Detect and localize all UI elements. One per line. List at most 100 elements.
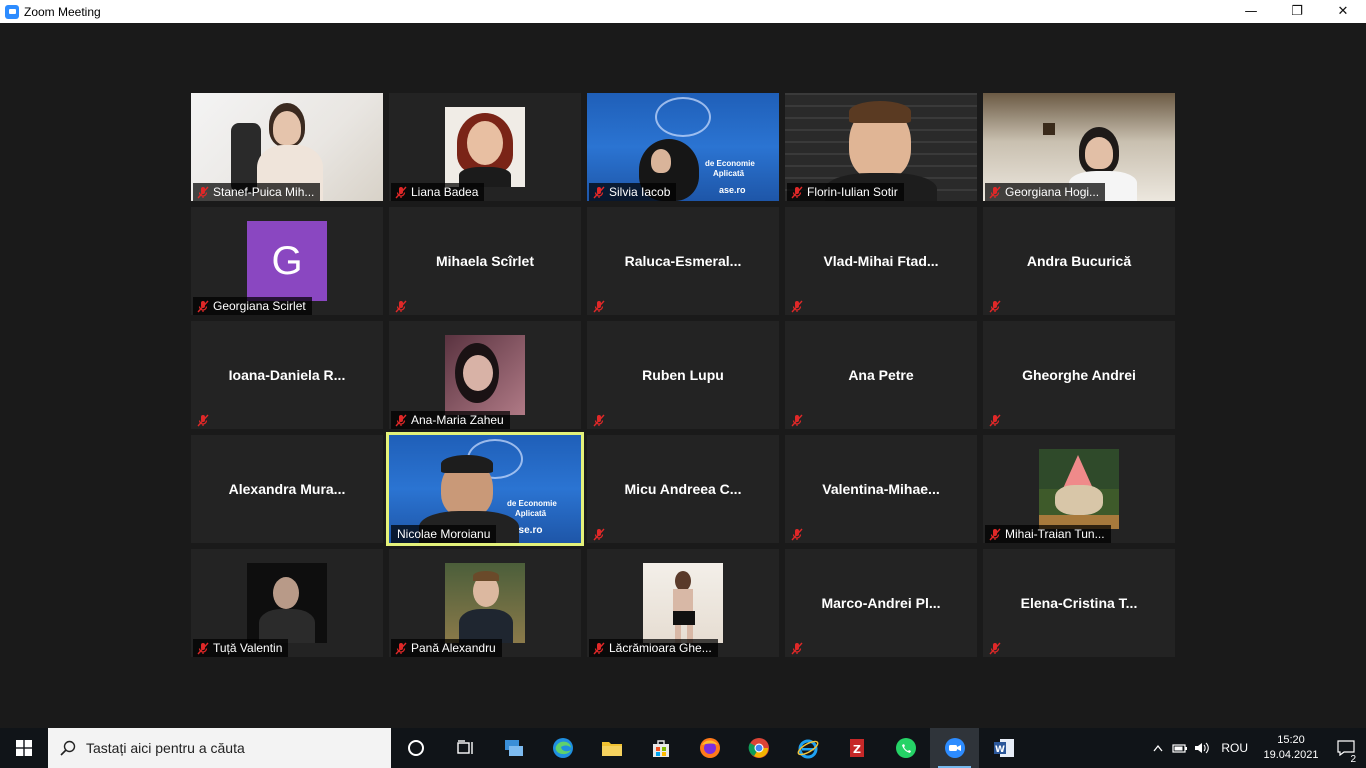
participant-name: Ruben Lupu	[642, 367, 724, 383]
muted-mic-icon	[989, 300, 1001, 313]
chevron-up-icon	[1153, 744, 1163, 752]
taskbar-app-word[interactable]: W	[979, 728, 1028, 768]
participant-name: Silvia Iacob	[609, 185, 671, 199]
participant-tile[interactable]: Ana Petre	[785, 321, 977, 429]
volume-button[interactable]	[1191, 728, 1213, 768]
network-monitor-icon	[504, 740, 523, 756]
cortana-button[interactable]	[391, 728, 440, 768]
taskbar-app-explorer[interactable]	[587, 728, 636, 768]
participant-tile[interactable]: Ioana-Daniela R...	[191, 321, 383, 429]
start-button[interactable]	[0, 728, 48, 768]
participant-name: Pană Alexandru	[411, 641, 496, 655]
participant-tile[interactable]: Lăcrămioara Ghe...	[587, 549, 779, 657]
close-button[interactable]: ✕	[1320, 0, 1366, 23]
minimize-button[interactable]: —	[1228, 0, 1274, 23]
participant-tile[interactable]: Ana-Maria Zaheu	[389, 321, 581, 429]
taskbar-app-zoom[interactable]	[930, 728, 979, 768]
participant-name: Florin-Iulian Sotir	[807, 185, 898, 199]
taskbar-app-whatsapp[interactable]	[881, 728, 930, 768]
muted-mic-icon	[989, 528, 1001, 540]
taskbar-app-store[interactable]	[636, 728, 685, 768]
muted-mic-icon	[395, 642, 407, 654]
restore-button[interactable]: ❐	[1274, 0, 1320, 23]
participant-tile[interactable]: Georgiana Hogi...	[983, 93, 1175, 201]
windows-taskbar: Tastați aici pentru a căuta Z W ROU 15:2…	[0, 728, 1366, 768]
participant-name: Stanef-Puica Mih...	[213, 185, 315, 199]
muted-mic-icon	[791, 414, 803, 427]
profile-photo	[445, 107, 525, 187]
participant-tile[interactable]: G Georgiana Scirlet	[191, 207, 383, 315]
action-center-button[interactable]: 2	[1326, 740, 1366, 765]
participant-tile[interactable]: Micu Andreea C...	[587, 435, 779, 543]
participant-tile[interactable]: Valentina-Mihae...	[785, 435, 977, 543]
participant-tile[interactable]: Liana Badea	[389, 93, 581, 201]
taskbar-app-winrar[interactable]: Z	[832, 728, 881, 768]
muted-mic-icon	[593, 300, 605, 313]
participant-name: Georgiana Hogi...	[1005, 185, 1100, 199]
participant-name: Vlad-Mihai Ftad...	[823, 253, 939, 269]
participant-tile[interactable]: Gheorghe Andrei	[983, 321, 1175, 429]
participant-tile[interactable]: Marco-Andrei Pl...	[785, 549, 977, 657]
taskbar-app-edge[interactable]	[538, 728, 587, 768]
participant-grid: Stanef-Puica Mih... Liana Badea de Econo…	[191, 93, 1175, 657]
profile-photo	[643, 563, 723, 643]
muted-mic-icon	[791, 186, 803, 198]
participant-tile[interactable]: de Economie Aplicată ase.ro Silvia Iacob	[587, 93, 779, 201]
internet-explorer-icon	[797, 739, 818, 759]
participant-tile[interactable]: Mihaela Scîrlet	[389, 207, 581, 315]
meeting-gallery: Stanef-Puica Mih... Liana Badea de Econo…	[0, 23, 1366, 728]
show-hidden-icons-button[interactable]	[1147, 728, 1169, 768]
active-speaker-tile[interactable]: de Economie Aplicată ase.ro Nicolae Moro…	[386, 432, 584, 546]
participant-name: Valentina-Mihae...	[822, 481, 940, 497]
svg-text:W: W	[995, 745, 1005, 755]
participant-name: Micu Andreea C...	[624, 481, 742, 497]
profile-photo	[247, 563, 327, 643]
participant-name: Ana-Maria Zaheu	[411, 413, 504, 427]
participant-tile[interactable]: Ruben Lupu	[587, 321, 779, 429]
participant-tile[interactable]: Florin-Iulian Sotir	[785, 93, 977, 201]
taskbar-app-ie[interactable]	[783, 728, 832, 768]
taskbar-app-chrome[interactable]	[734, 728, 783, 768]
participant-tile[interactable]: Stanef-Puica Mih...	[191, 93, 383, 201]
task-view-icon	[456, 740, 473, 754]
participant-name: Tuță Valentin	[213, 641, 283, 655]
participant-tile[interactable]: Andra Bucurică	[983, 207, 1175, 315]
window-title: Zoom Meeting	[24, 4, 101, 19]
clock-time: 15:20	[1277, 734, 1305, 746]
muted-mic-icon	[593, 414, 605, 427]
participant-name: Elena-Cristina T...	[1020, 595, 1138, 611]
profile-photo	[445, 335, 525, 415]
clock[interactable]: 15:20 19.04.2021	[1256, 733, 1326, 763]
muted-mic-icon	[791, 642, 803, 655]
language-indicator[interactable]: ROU	[1213, 741, 1256, 755]
muted-mic-icon	[593, 528, 605, 541]
participant-tile[interactable]: Alexandra Mura...	[191, 435, 383, 543]
word-icon: W	[993, 739, 1014, 757]
store-icon	[652, 740, 669, 757]
taskbar-app-firefox[interactable]	[685, 728, 734, 768]
taskbar-search-box[interactable]: Tastați aici pentru a căuta	[48, 728, 391, 768]
participant-name: Nicolae Moroianu	[397, 527, 491, 541]
muted-mic-icon	[395, 414, 407, 426]
folder-icon	[601, 742, 622, 756]
zoom-icon	[944, 738, 965, 758]
task-view-button[interactable]	[440, 728, 489, 768]
participant-tile[interactable]: Vlad-Mihai Ftad...	[785, 207, 977, 315]
participant-name: Andra Bucurică	[1026, 253, 1132, 269]
participant-tile[interactable]: Elena-Cristina T...	[983, 549, 1175, 657]
participant-name: Ana Petre	[848, 367, 914, 383]
participant-tile[interactable]: Tuță Valentin	[191, 549, 383, 657]
participant-tile[interactable]: Mihai-Traian Tun...	[983, 435, 1175, 543]
participant-tile[interactable]: Raluca-Esmeral...	[587, 207, 779, 315]
whatsapp-icon	[895, 738, 916, 758]
avatar: G	[247, 221, 327, 301]
search-placeholder: Tastați aici pentru a căuta	[86, 740, 245, 756]
muted-mic-icon	[395, 300, 407, 313]
participant-tile[interactable]: Pană Alexandru	[389, 549, 581, 657]
taskbar-app-monitor[interactable]	[489, 728, 538, 768]
muted-mic-icon	[395, 186, 407, 198]
archive-icon: Z	[849, 739, 864, 757]
profile-photo	[445, 563, 525, 643]
muted-mic-icon	[791, 528, 803, 541]
battery-button[interactable]	[1169, 728, 1191, 768]
